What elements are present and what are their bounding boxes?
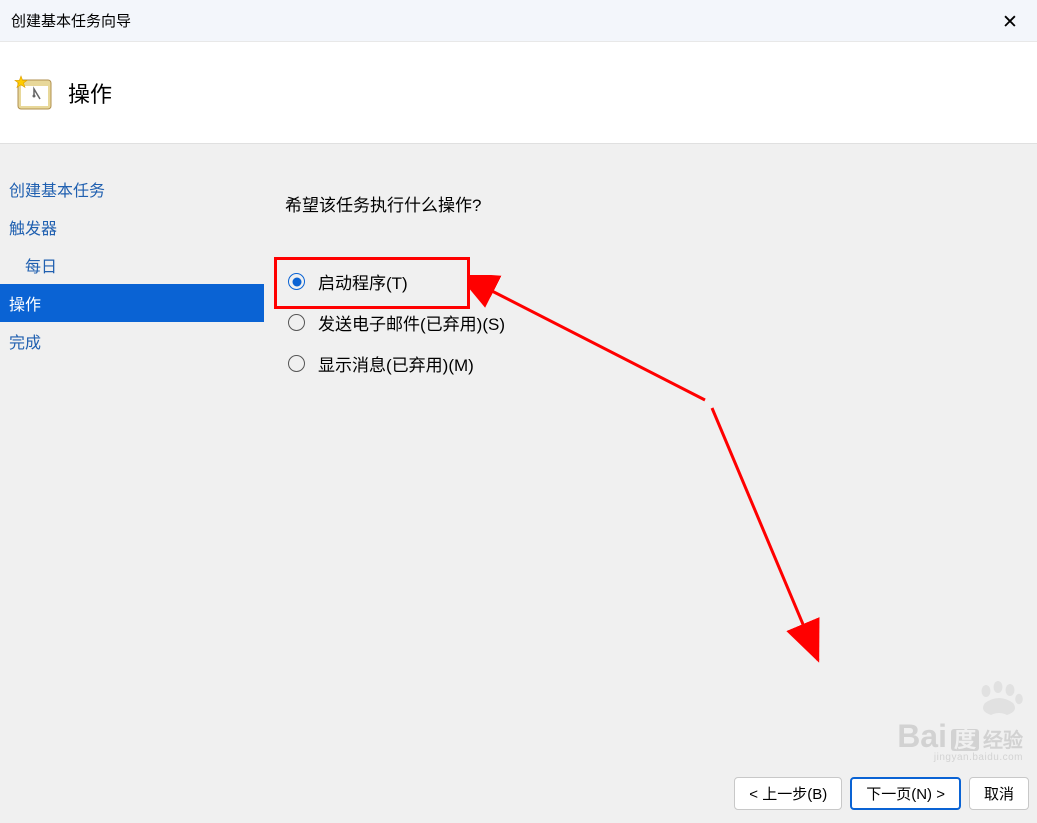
- sidebar-item-trigger[interactable]: 触发器: [0, 208, 264, 246]
- radio-send-email[interactable]: 发送电子邮件(已弃用)(S): [288, 302, 1007, 343]
- radio-label: 发送电子邮件(已弃用)(S): [318, 310, 505, 335]
- sidebar-item-daily[interactable]: 每日: [0, 246, 264, 284]
- radio-icon: [288, 355, 305, 372]
- titlebar: 创建基本任务向导: [0, 0, 1037, 42]
- close-button[interactable]: ✕: [993, 8, 1027, 36]
- radio-label: 启动程序(T): [318, 269, 408, 294]
- wizard-sidebar: 创建基本任务 触发器 每日 操作 完成: [0, 170, 264, 360]
- sidebar-item-finish[interactable]: 完成: [0, 322, 264, 360]
- action-radio-group: 启动程序(T) 发送电子邮件(已弃用)(S) 显示消息(已弃用)(M): [288, 261, 1007, 384]
- wizard-footer: < 上一步(B) 下一页(N) > 取消: [0, 768, 1037, 823]
- radio-start-program[interactable]: 启动程序(T): [288, 261, 1007, 302]
- radio-show-message[interactable]: 显示消息(已弃用)(M): [288, 343, 1007, 384]
- sidebar-item-action[interactable]: 操作: [0, 284, 264, 322]
- window-title: 创建基本任务向导: [11, 10, 131, 31]
- wizard-header: 操作: [0, 42, 1037, 144]
- wizard-icon: [12, 74, 53, 111]
- next-button[interactable]: 下一页(N) >: [850, 777, 961, 810]
- radio-label: 显示消息(已弃用)(M): [318, 351, 474, 376]
- prompt-text: 希望该任务执行什么操作?: [285, 191, 1007, 216]
- cancel-button[interactable]: 取消: [969, 777, 1029, 810]
- page-title: 操作: [68, 77, 112, 109]
- wizard-main: 希望该任务执行什么操作? 启动程序(T) 发送电子邮件(已弃用)(S) 显示消息…: [285, 191, 1007, 384]
- radio-icon: [288, 314, 305, 331]
- radio-icon: [288, 273, 305, 290]
- sidebar-item-create-task[interactable]: 创建基本任务: [0, 170, 264, 208]
- back-button[interactable]: < 上一步(B): [734, 777, 842, 810]
- content-area: 创建基本任务 触发器 每日 操作 完成 希望该任务执行什么操作? 启动程序(T)…: [0, 144, 1037, 768]
- close-icon: ✕: [1002, 11, 1018, 34]
